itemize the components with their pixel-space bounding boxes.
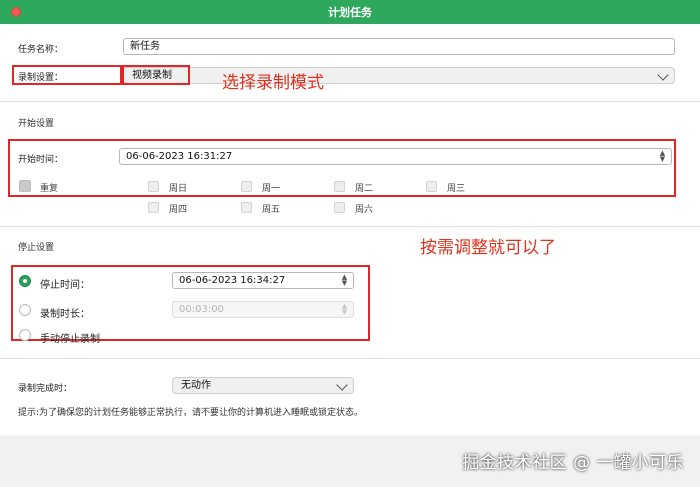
stop-time-input[interactable]: 06-06-2023 16:34:27 ▲ ▼ bbox=[172, 272, 354, 289]
repeat-label: 重复 bbox=[40, 184, 59, 194]
label-saturday: 周六 bbox=[355, 205, 374, 215]
record-duration-label: 录制时长： bbox=[40, 309, 90, 320]
window-title: 计划任务 bbox=[328, 6, 372, 19]
start-time-input[interactable]: 06-06-2023 16:31:27 ▲ ▼ bbox=[119, 148, 672, 165]
task-name-input[interactable]: 新任务 bbox=[123, 38, 675, 55]
divider bbox=[0, 358, 700, 359]
hint-text: 提示:为了确保您的计划任务能够正常执行，请不要让你的计算机进入睡眠或锁定状态。 bbox=[18, 408, 364, 418]
stop-time-label: 停止时间： bbox=[40, 280, 90, 291]
completion-action-value: 无动作 bbox=[181, 380, 211, 391]
record-mode-annotation: 选择录制模式 bbox=[222, 73, 324, 93]
divider bbox=[0, 101, 700, 102]
checkbox-saturday[interactable] bbox=[334, 202, 345, 213]
record-duration-input[interactable]: 00:03:00 ▲ ▼ bbox=[172, 301, 354, 318]
title-bar: 计划任务 bbox=[0, 0, 700, 24]
checkbox-wednesday[interactable] bbox=[426, 181, 437, 192]
start-time-value: 06-06-2023 16:31:27 bbox=[126, 151, 233, 162]
checkbox-thursday[interactable] bbox=[148, 202, 159, 213]
start-section-title: 开始设置 bbox=[18, 119, 55, 129]
checkbox-friday[interactable] bbox=[241, 202, 252, 213]
stepper-icon[interactable]: ▲ ▼ bbox=[340, 303, 349, 316]
stepper-icon[interactable]: ▲ ▼ bbox=[340, 274, 349, 287]
record-duration-value: 00:03:00 bbox=[179, 304, 224, 315]
manual-stop-label: 手动停止录制 bbox=[40, 334, 100, 345]
radio-manual-stop[interactable] bbox=[19, 329, 31, 341]
task-name-label: 任务名称： bbox=[18, 45, 64, 55]
label-wednesday: 周三 bbox=[447, 184, 466, 194]
completion-label: 录制完成时： bbox=[18, 384, 73, 394]
checkbox-monday[interactable] bbox=[241, 181, 252, 192]
completion-action-select[interactable]: 无动作 bbox=[172, 377, 354, 394]
start-time-label: 开始时间： bbox=[18, 155, 64, 165]
checkbox-sunday[interactable] bbox=[148, 181, 159, 192]
label-tuesday: 周二 bbox=[355, 184, 374, 194]
label-monday: 周一 bbox=[262, 184, 281, 194]
radio-record-duration[interactable] bbox=[19, 304, 31, 316]
radio-stop-time[interactable] bbox=[19, 275, 31, 287]
label-thursday: 周四 bbox=[169, 205, 188, 215]
record-mode-select[interactable]: 视频录制 bbox=[123, 67, 675, 84]
stepper-icon[interactable]: ▲ ▼ bbox=[658, 150, 667, 163]
watermark: 掘金技术社区 @ 一罐小可乐 bbox=[462, 453, 684, 473]
label-sunday: 周日 bbox=[169, 184, 188, 194]
stop-section-title: 停止设置 bbox=[18, 243, 55, 253]
divider bbox=[0, 226, 700, 227]
highlight-record-label bbox=[12, 65, 122, 85]
chevron-down-icon bbox=[336, 379, 348, 391]
stop-time-value: 06-06-2023 16:34:27 bbox=[179, 275, 286, 286]
adjust-annotation: 按需调整就可以了 bbox=[420, 238, 556, 258]
settings-panel bbox=[0, 24, 700, 435]
label-friday: 周五 bbox=[262, 205, 281, 215]
highlight-record-value bbox=[122, 65, 190, 85]
checkbox-tuesday[interactable] bbox=[334, 181, 345, 192]
repeat-checkbox[interactable] bbox=[19, 180, 31, 192]
chevron-down-icon bbox=[657, 69, 669, 81]
